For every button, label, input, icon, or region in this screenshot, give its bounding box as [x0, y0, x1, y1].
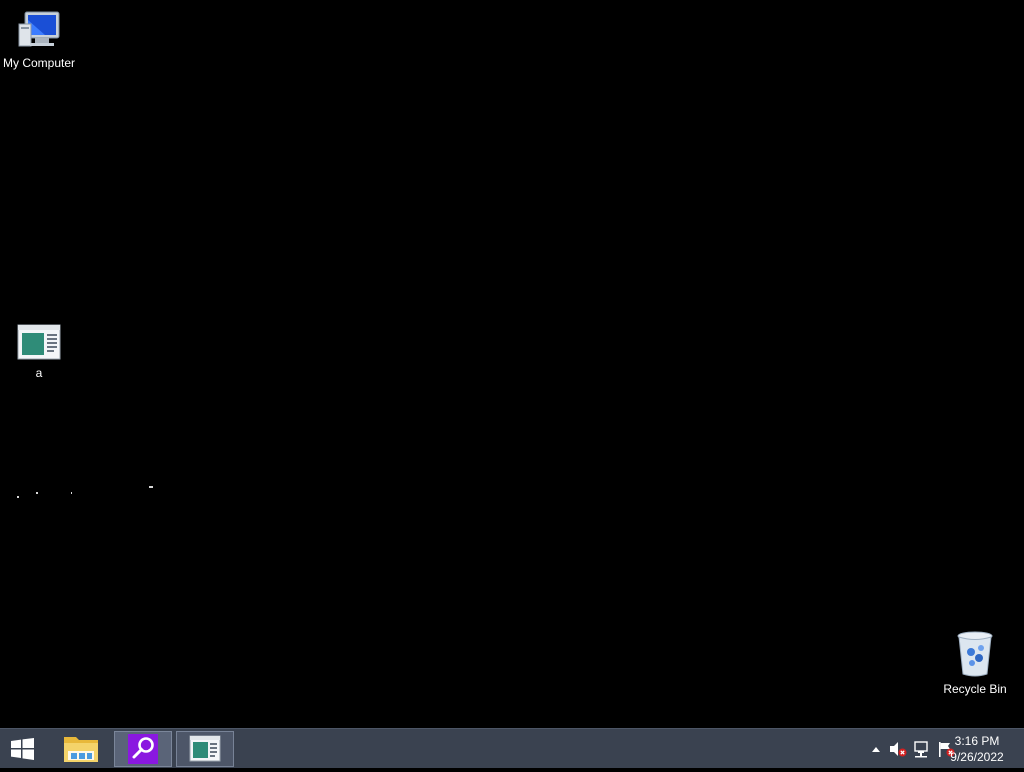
taskbar[interactable]: 3:16 PM 9/26/2022	[0, 728, 1024, 768]
search-taskbar-button[interactable]	[114, 731, 172, 767]
file-explorer-taskbar-button[interactable]	[54, 731, 108, 767]
start-button[interactable]	[4, 731, 44, 767]
magnifier-icon	[128, 734, 158, 764]
desktop-icon-recycle-bin[interactable]: Recycle Bin	[936, 630, 1014, 696]
window-app-icon	[189, 735, 221, 762]
network-button[interactable]	[912, 739, 932, 759]
windows-logo-icon	[11, 738, 34, 760]
app-window-taskbar-button[interactable]	[176, 731, 234, 767]
desktop-icon-my-computer[interactable]: My Computer	[0, 8, 78, 70]
recycle-bin-icon	[957, 631, 993, 677]
desktop-icon-label: My Computer	[2, 56, 76, 70]
network-icon	[914, 741, 928, 758]
desktop-icon-label: Recycle Bin	[943, 682, 1007, 696]
clock-time: 3:16 PM	[954, 734, 1000, 748]
clock-date: 9/26/2022	[950, 750, 1004, 764]
screen-artifacts	[14, 482, 164, 502]
computer-icon	[18, 11, 60, 47]
desktop-icon-a[interactable]: a	[0, 322, 78, 380]
desktop[interactable]: My Computer a Recycle Bin	[0, 0, 1024, 728]
folder-icon	[64, 737, 98, 762]
speaker-muted-icon	[890, 742, 907, 757]
show-hidden-icons-button[interactable]	[870, 739, 882, 759]
volume-button[interactable]	[888, 739, 908, 759]
show-hidden-icons-arrow-icon	[872, 747, 880, 752]
window-app-icon	[17, 324, 61, 360]
desktop-icon-label: a	[35, 366, 43, 380]
taskbar-clock[interactable]: 3:16 PM 9/26/2022	[944, 733, 1010, 765]
system-tray: 3:16 PM 9/26/2022	[844, 729, 1024, 769]
